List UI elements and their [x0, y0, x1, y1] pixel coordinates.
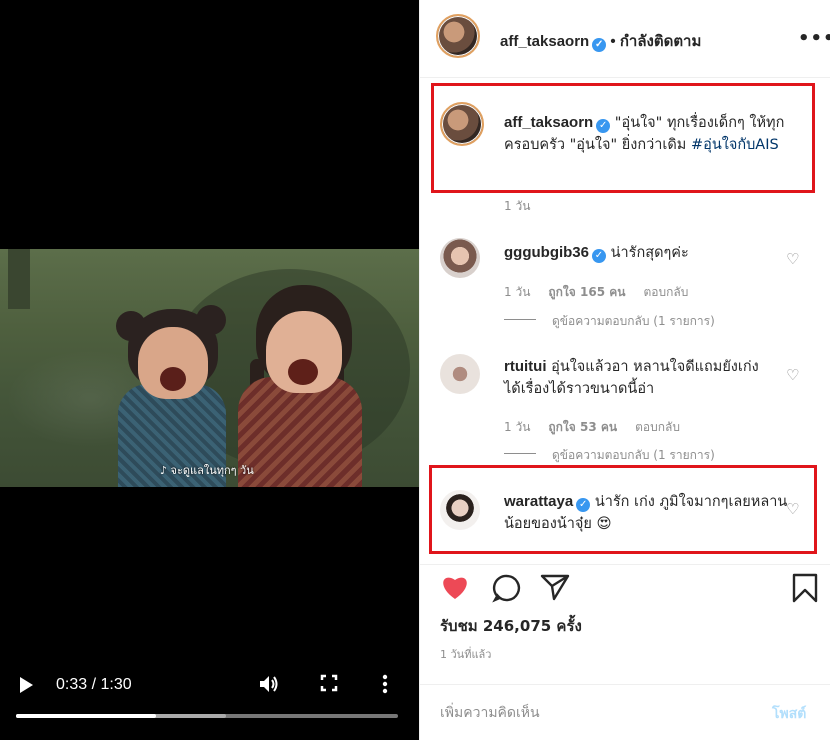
video-subtitle: ♪ จะดูแลในทุกๆ วัน: [160, 464, 254, 477]
view-replies-button[interactable]: ดูข้อความตอบกลับ (1 รายการ): [552, 446, 715, 465]
comment-username[interactable]: gggubgib36: [504, 244, 589, 261]
verified-badge-icon: ✓: [576, 498, 591, 512]
comment-username[interactable]: rtuitui: [504, 358, 547, 375]
avatar[interactable]: [436, 14, 480, 58]
avatar[interactable]: [440, 490, 480, 530]
kid1-mouth: [160, 367, 186, 391]
caption-username[interactable]: aff_taksaorn: [504, 114, 593, 131]
comment-reply-button[interactable]: ตอบกลับ: [635, 420, 680, 434]
avatar[interactable]: [440, 102, 484, 146]
comment-likes[interactable]: ถูกใจ 165 คน: [548, 285, 625, 299]
post-actions-bar: [420, 564, 830, 610]
add-comment-bar: โพสต์: [420, 684, 830, 740]
post-header: aff_taksaorn✓ • กำลังติดตาม •••: [420, 0, 830, 78]
comment-likes[interactable]: ถูกใจ 53 คน: [548, 420, 617, 434]
kid2-mouth: [288, 359, 318, 385]
video-frame[interactable]: ♪ จะดูแลในทุกๆ วัน: [0, 249, 419, 487]
share-send-icon[interactable]: [540, 573, 570, 605]
video-controls: 0:33 / 1:30: [0, 664, 419, 740]
play-icon[interactable]: [18, 676, 34, 699]
comment-meta: 1 วัน ถูกใจ 53 คน ตอบกลับ: [504, 418, 698, 437]
header-username[interactable]: aff_taksaorn ✓ • กำลังติดตาม: [500, 29, 701, 53]
caption-hashtag-link[interactable]: #อุ่นใจกับAIS: [691, 137, 779, 153]
comment-bubble-icon[interactable]: [492, 573, 522, 607]
comment-time[interactable]: 1 วัน: [504, 420, 530, 434]
comment-body: น่ารักสุดๆค่ะ: [606, 245, 689, 261]
more-vertical-icon[interactable]: [382, 674, 388, 699]
comment-time[interactable]: 1 วัน: [504, 285, 530, 299]
bookmark-icon[interactable]: [792, 573, 818, 607]
comment-input[interactable]: [440, 701, 740, 725]
posted-time[interactable]: 1 วันที่แล้ว: [440, 645, 491, 663]
replies-divider: [504, 453, 536, 454]
video-progress-bar[interactable]: [16, 714, 398, 718]
comment-text: rtuitui อุ่นใจแล้วอา หลานใจดีแถมยังเก่ง …: [504, 356, 774, 400]
video-progress-fill: [16, 714, 157, 718]
volume-icon[interactable]: [258, 674, 280, 699]
video-tree-shape: [8, 249, 30, 309]
verified-badge-icon: ✓: [596, 119, 611, 133]
comment-like-heart-icon[interactable]: ♡: [786, 366, 799, 384]
verified-badge-icon: ✓: [592, 38, 607, 52]
kid2-body: [238, 377, 362, 487]
verified-badge-icon: ✓: [592, 249, 606, 263]
fullscreen-icon[interactable]: [320, 674, 338, 697]
views-count[interactable]: รับชม 246,075 ครั้ง: [440, 614, 582, 638]
header-username-text[interactable]: aff_taksaorn: [500, 33, 589, 50]
video-time: 0:33 / 1:30: [56, 676, 132, 693]
caption-text: aff_taksaorn ✓ "อุ่นใจ" ทุกเรื่องเด็กๆ ให…: [504, 112, 816, 156]
post-comment-button[interactable]: โพสต์: [772, 703, 806, 725]
comment-username[interactable]: warattaya: [504, 493, 573, 510]
comment-reply-button[interactable]: ตอบกลับ: [643, 285, 688, 299]
post-side-panel: aff_taksaorn✓ • กำลังติดตาม ••• aff_taks…: [419, 0, 830, 740]
caption-time[interactable]: 1 วัน: [504, 197, 530, 216]
avatar[interactable]: [440, 354, 480, 394]
follow-status-button[interactable]: กำลังติดตาม: [620, 32, 702, 50]
replies-divider: [504, 319, 536, 320]
more-options-icon[interactable]: •••: [798, 28, 830, 49]
header-dot: •: [610, 33, 616, 50]
comment-like-heart-icon[interactable]: ♡: [786, 250, 799, 268]
video-player[interactable]: ♪ จะดูแลในทุกๆ วัน 0:33 / 1:30: [0, 0, 419, 740]
comment-text: warattaya ✓ น่ารัก เก่ง ภูมิใจมากๆเลยหลาน…: [504, 491, 788, 535]
comment-like-heart-icon[interactable]: ♡: [786, 500, 799, 518]
like-heart-icon[interactable]: [440, 573, 470, 605]
comment-meta: 1 วัน ถูกใจ 165 คน ตอบกลับ: [504, 283, 706, 302]
view-replies-button[interactable]: ดูข้อความตอบกลับ (1 รายการ): [552, 312, 715, 331]
avatar[interactable]: [440, 238, 480, 278]
comment-text: gggubgib36 ✓ น่ารักสุดๆค่ะ: [504, 242, 784, 264]
